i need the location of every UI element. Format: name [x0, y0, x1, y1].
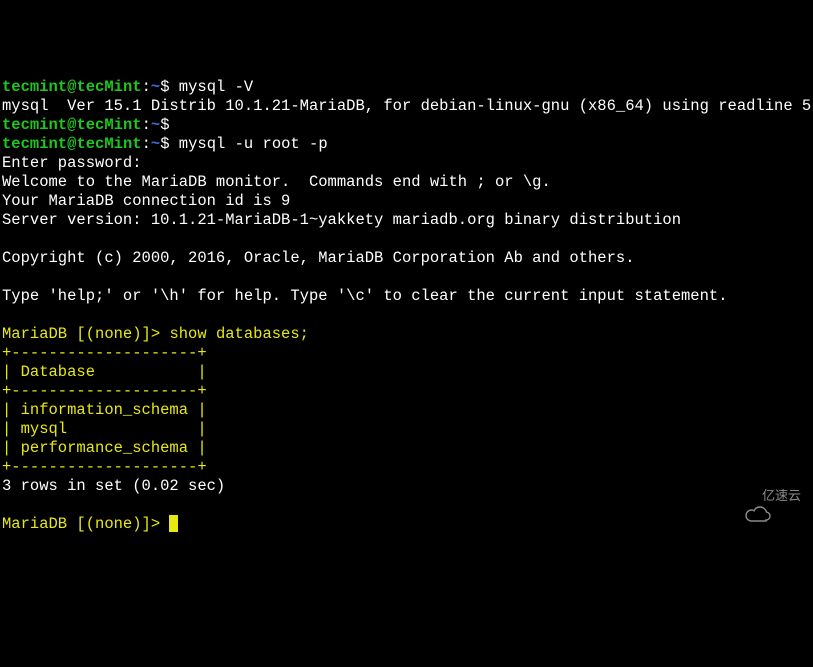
output-welcome: Welcome to the MariaDB monitor. Commands…: [2, 173, 551, 191]
table-row: | information_schema |: [2, 401, 207, 419]
output-copyright: Copyright (c) 2000, 2016, Oracle, MariaD…: [2, 249, 635, 267]
prompt-path: ~: [151, 116, 160, 134]
db-command-1: show databases;: [169, 325, 309, 343]
prompt-path: ~: [151, 78, 160, 96]
prompt-host: tecMint: [76, 116, 141, 134]
command-1: mysql -V: [170, 78, 254, 96]
prompt-user: tecmint: [2, 135, 67, 153]
output-rows-count: 3 rows in set (0.02 sec): [2, 477, 225, 495]
prompt-dollar: $: [160, 116, 169, 134]
prompt-host: tecMint: [76, 78, 141, 96]
prompt-colon: :: [142, 116, 151, 134]
prompt-dollar: $: [160, 78, 169, 96]
watermark: 亿速云: [730, 486, 801, 505]
output-help: Type 'help;' or '\h' for help. Type '\c'…: [2, 287, 728, 305]
table-row: | performance_schema |: [2, 439, 207, 457]
table-border: +--------------------+: [2, 382, 207, 400]
command-2: [170, 116, 179, 134]
prompt-colon: :: [142, 135, 151, 153]
prompt-user: tecmint: [2, 78, 67, 96]
prompt-path: ~: [151, 135, 160, 153]
cloud-icon: [730, 487, 758, 505]
prompt-colon: :: [142, 78, 151, 96]
output-server-version: Server version: 10.1.21-MariaDB-1~yakket…: [2, 211, 681, 229]
command-3: mysql -u root -p: [170, 135, 328, 153]
prompt-user: tecmint: [2, 116, 67, 134]
table-row: | mysql |: [2, 420, 207, 438]
output-version: mysql Ver 15.1 Distrib 10.1.21-MariaDB, …: [2, 97, 813, 115]
terminal-output[interactable]: tecmint@tecMint:~$ mysql -V mysql Ver 15…: [2, 78, 811, 534]
table-border: +--------------------+: [2, 458, 207, 476]
output-connection-id: Your MariaDB connection id is 9: [2, 192, 290, 210]
table-border: +--------------------+: [2, 344, 207, 362]
table-header: | Database |: [2, 363, 207, 381]
mariadb-prompt: MariaDB [(none)]>: [2, 325, 169, 343]
prompt-dollar: $: [160, 135, 169, 153]
watermark-text: 亿速云: [762, 486, 801, 505]
cursor: [169, 515, 178, 532]
mariadb-prompt: MariaDB [(none)]>: [2, 515, 169, 533]
output-enter-password: Enter password:: [2, 154, 142, 172]
prompt-host: tecMint: [76, 135, 141, 153]
